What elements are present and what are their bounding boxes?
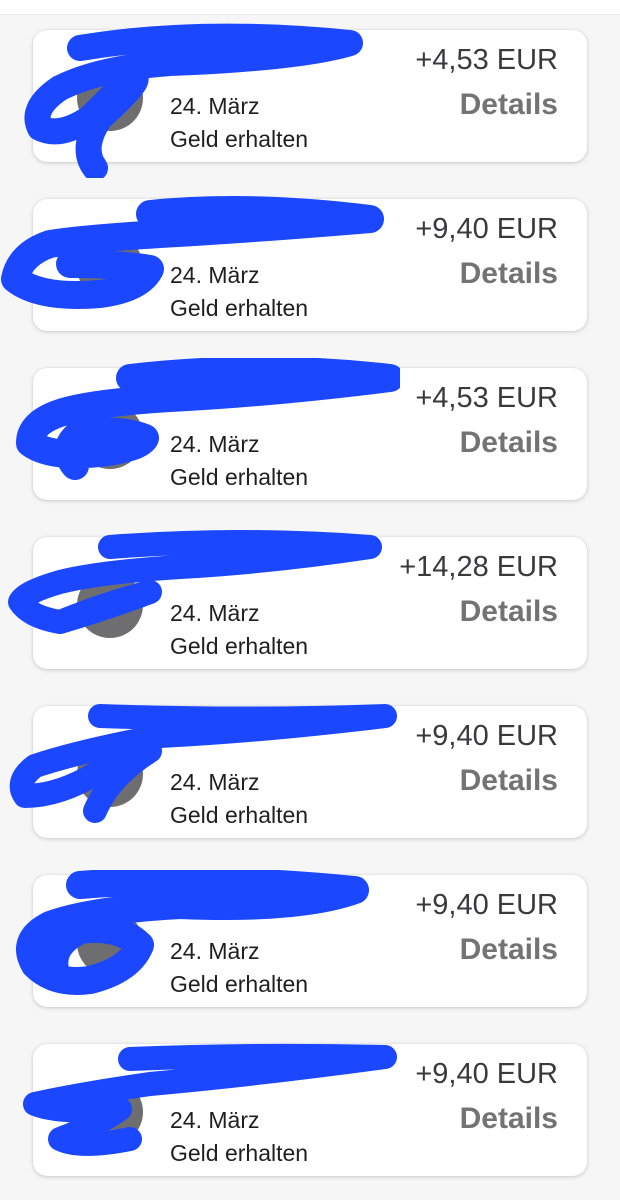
transaction-card[interactable]: +4,53 EUR 24. März Geld erhalten Details [24, 23, 587, 178]
sender-name [170, 223, 390, 245]
transaction-amount: +14,28 EUR [399, 551, 558, 583]
transaction-date: 24. März [170, 600, 260, 626]
transaction-status: Geld erhalten [170, 971, 309, 997]
transaction-amount: +9,40 EUR [415, 720, 558, 752]
transaction-history-page: +4,53 EUR 24. März Geld erhalten Details… [0, 0, 620, 1200]
transaction-status: Geld erhalten [170, 1140, 309, 1166]
transaction-status: Geld erhalten [170, 126, 309, 152]
sender-avatar [77, 234, 143, 300]
sender-name [170, 730, 390, 752]
details-button[interactable]: Details [460, 426, 558, 460]
sender-avatar [77, 1079, 143, 1145]
transaction-status: Geld erhalten [170, 464, 309, 490]
sender-name [170, 899, 390, 921]
sender-avatar [77, 910, 143, 976]
details-button[interactable]: Details [460, 595, 558, 629]
transaction-date: 24. März [170, 431, 260, 457]
transaction-list: +4,53 EUR 24. März Geld erhalten Details… [1, 23, 587, 1200]
details-button[interactable]: Details [460, 764, 558, 798]
sender-name [170, 1068, 390, 1090]
transaction-status: Geld erhalten [170, 633, 309, 659]
transaction-card[interactable]: +4,53 EUR 24. März Geld erhalten Details [16, 358, 587, 500]
details-button[interactable]: Details [460, 257, 558, 291]
transaction-card[interactable]: +9,40 EUR 24. März Geld erhalten Details [1, 196, 587, 331]
transaction-card[interactable]: +9,40 EUR 24. März Geld erhalten Details [9, 704, 587, 838]
sender-avatar [77, 572, 143, 638]
transaction-card[interactable]: +14,28 EUR 24. März Geld erhalten Detail… [8, 530, 587, 669]
transaction-card[interactable]: +9,40 EUR 24. März Geld erhalten Details [23, 1043, 587, 1176]
sender-name [170, 392, 390, 414]
transaction-card[interactable]: +9,40 EUR 24. März Geld erhalten Details [16, 870, 587, 1007]
transaction-amount: +4,53 EUR [415, 382, 558, 414]
transaction-status: Geld erhalten [170, 802, 309, 828]
sender-avatar [77, 65, 143, 131]
transaction-date: 24. März [170, 93, 260, 119]
sender-name [170, 54, 390, 76]
transaction-amount: +4,53 EUR [415, 44, 558, 76]
details-button[interactable]: Details [460, 1102, 558, 1136]
transaction-date: 24. März [170, 769, 260, 795]
sender-avatar [77, 741, 143, 807]
transaction-status: Geld erhalten [170, 295, 309, 321]
top-bar [0, 0, 620, 15]
transaction-date: 24. März [170, 1107, 260, 1133]
transaction-amount: +9,40 EUR [415, 889, 558, 921]
details-button[interactable]: Details [460, 933, 558, 967]
transaction-amount: +9,40 EUR [415, 213, 558, 245]
transaction-date: 24. März [170, 938, 260, 964]
sender-avatar [77, 403, 143, 469]
details-button[interactable]: Details [460, 88, 558, 122]
transaction-amount: +9,40 EUR [415, 1058, 558, 1090]
sender-name [170, 561, 390, 583]
transaction-date: 24. März [170, 262, 260, 288]
